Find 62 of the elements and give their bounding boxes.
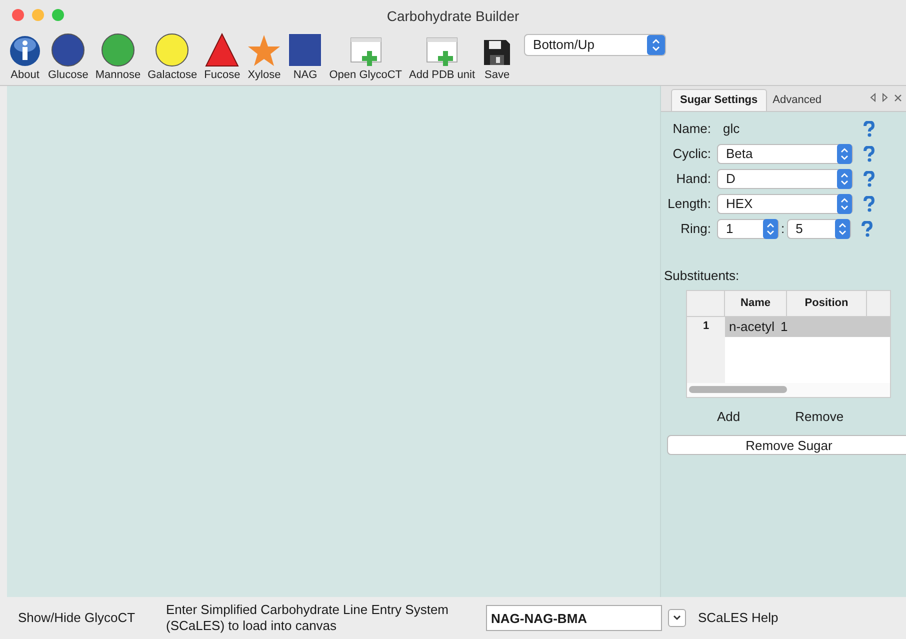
scales-prompt-text: Enter Simplified Carbohydrate Line Entry System (SCaLES) to load into canvas <box>166 602 450 634</box>
chevron-down-icon <box>673 615 681 621</box>
scales-input-field[interactable]: NAG-NAG-BMA <box>486 605 662 631</box>
dropdown[interactable]: 1 <box>717 219 779 239</box>
separator-text: : <box>780 220 786 238</box>
close-button[interactable] <box>12 9 24 21</box>
toolbar-button[interactable]: Open GlycoCT <box>328 31 403 81</box>
substituents-label: Substituents: <box>664 267 740 285</box>
stepper-icon <box>837 144 852 164</box>
dropdown[interactable]: D <box>717 169 853 189</box>
dropdown-button[interactable] <box>668 609 686 627</box>
toolbar-button[interactable]: Save <box>481 31 514 81</box>
column-header[interactable]: Name <box>725 290 787 316</box>
stepper-icon <box>834 219 850 239</box>
toolbar-button[interactable]: Xylose <box>246 31 282 81</box>
field-label: Cyclic: <box>672 145 712 164</box>
panel-tab[interactable]: Sugar Settings <box>671 89 767 111</box>
table-row[interactable]: 1 n-acetyl 1 <box>687 316 890 336</box>
window-title: Carbohydrate Builder <box>386 7 520 26</box>
stepper-icon <box>647 35 666 55</box>
table-cell-text: n-acetyl <box>728 318 775 336</box>
help-icon[interactable] <box>863 196 875 212</box>
toolbar-button[interactable]: Add PDB unit <box>408 31 476 81</box>
row-number: 1 <box>687 316 725 336</box>
toolbar-button[interactable]: Fucose <box>203 31 242 81</box>
table-cell-text: 1 <box>780 318 788 336</box>
toolbar-button[interactable]: Glucose <box>47 31 90 81</box>
scrollbar-thumb[interactable] <box>689 386 787 393</box>
help-icon[interactable] <box>863 121 875 137</box>
remove-button[interactable]: Remove <box>795 406 844 426</box>
scales-help-link[interactable]: SCaLES Help <box>698 608 778 628</box>
help-icon[interactable] <box>863 146 875 162</box>
toolbar-button[interactable]: NAG <box>287 31 324 81</box>
dropdown[interactable]: Beta <box>717 144 853 164</box>
remove-sugar-button[interactable]: Remove Sugar <box>667 435 906 455</box>
column-header[interactable]: Position <box>787 290 867 316</box>
close-icon[interactable] <box>894 94 902 102</box>
right-arrow-icon[interactable] <box>882 93 888 102</box>
info-icon <box>9 35 41 67</box>
show-hide-glycoct-button[interactable]: Show/Hide GlycoCT <box>18 608 166 628</box>
panel-tab[interactable]: Advanced <box>766 89 828 111</box>
field-label: Length: <box>666 195 712 214</box>
stepper-icon <box>837 169 852 189</box>
help-icon[interactable] <box>863 171 875 187</box>
dropdown[interactable]: HEX <box>717 194 853 214</box>
field-label: Name: <box>672 120 712 138</box>
toolbar-button[interactable]: Galactose <box>146 31 198 81</box>
stepper-icon <box>837 194 852 214</box>
field-label: Hand: <box>675 170 712 188</box>
direction-dropdown[interactable]: Bottom/Up <box>524 34 666 56</box>
add-document-icon <box>426 37 458 67</box>
toolbar-button[interactable]: About <box>8 31 42 81</box>
left-arrow-icon[interactable] <box>870 93 876 102</box>
field-label: Ring: <box>680 220 712 238</box>
name-value: glc <box>722 120 741 138</box>
add-button[interactable]: Add <box>717 406 740 426</box>
dropdown[interactable]: 5 <box>786 219 851 239</box>
zoom-button[interactable] <box>52 9 64 21</box>
add-document-icon <box>350 37 382 67</box>
stepper-icon <box>763 219 778 239</box>
toolbar-button[interactable]: Mannose <box>94 31 142 81</box>
help-icon[interactable] <box>860 221 873 237</box>
